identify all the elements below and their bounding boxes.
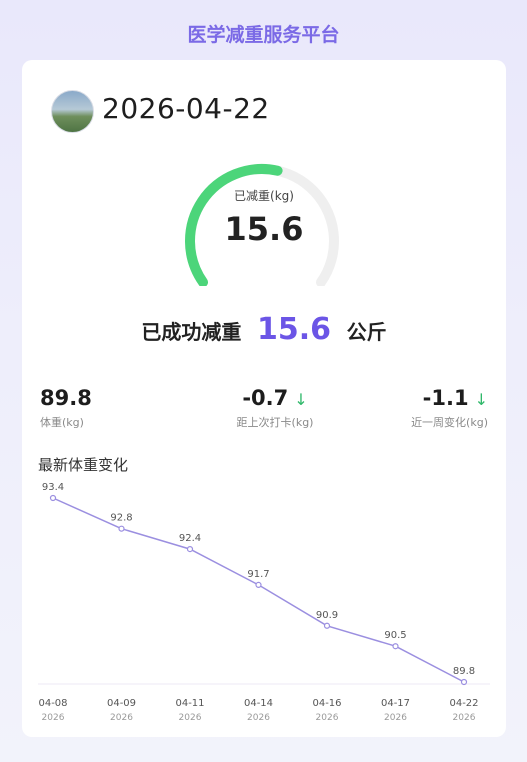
record-date: 2026-04-22 — [102, 92, 270, 125]
x-tick-label: 04-14 — [244, 698, 273, 709]
stat-label: 距上次打卡(kg) — [236, 416, 314, 429]
weight-summary-card: 2026-04-22 已减重(kg) 15.6 已成功减重 15.6 公斤 89… — [22, 60, 506, 737]
stat-label: 体重(kg) — [40, 416, 84, 429]
gauge-label: 已减重(kg) — [234, 189, 294, 203]
summary-unit: 公斤 — [346, 320, 387, 344]
stat-weekly-change: -1.1 ↓ 近一周变化(kg) — [411, 386, 488, 430]
data-point — [323, 622, 331, 629]
data-label: 90.9 — [316, 610, 338, 621]
x-tick-year: 2026 — [453, 713, 476, 723]
data-point — [118, 525, 125, 532]
weight-loss-summary: 已成功减重 15.6 公斤 — [22, 312, 506, 347]
stat-value: -1.1 — [422, 386, 469, 410]
stat-value: 89.8 — [40, 386, 92, 410]
x-tick-year: 2026 — [384, 713, 407, 723]
x-tick-year: 2026 — [42, 713, 65, 723]
data-point — [186, 546, 194, 553]
data-label: 92.8 — [110, 513, 132, 524]
x-tick-label: 04-17 — [381, 698, 410, 709]
x-tick-year: 2026 — [316, 713, 339, 723]
down-arrow-icon: ↓ — [294, 390, 308, 409]
stat-current-weight: 89.8 体重(kg) — [40, 386, 92, 430]
x-tick-year: 2026 — [247, 713, 270, 723]
data-label: 89.8 — [453, 666, 475, 677]
down-arrow-icon: ↓ — [474, 390, 488, 409]
stat-since-last-checkin: -0.7 ↓ 距上次打卡(kg) — [220, 386, 330, 430]
data-label: 90.5 — [384, 630, 406, 641]
x-tick-label: 04-16 — [312, 698, 341, 709]
weight-trend-chart: 93.4 04-08 2026 92.8 04-09 2026 92.4 04-11 2026 9… — [38, 482, 490, 723]
app-title: 医学减重服务平台 — [187, 24, 340, 46]
series-line — [52, 497, 465, 683]
data-point — [255, 581, 262, 588]
stat-value: -0.7 — [242, 386, 289, 410]
x-tick-label: 04-22 — [449, 698, 478, 709]
x-tick-label: 04-08 — [38, 698, 67, 709]
stat-label: 近一周变化(kg) — [411, 416, 488, 429]
data-label: 92.4 — [179, 533, 201, 544]
x-tick-label: 04-09 — [107, 698, 136, 709]
avatar[interactable] — [51, 90, 94, 133]
data-point — [392, 643, 399, 650]
x-tick-year: 2026 — [179, 713, 202, 723]
summary-prefix: 已成功减重 — [141, 320, 242, 344]
gauge-value: 15.6 — [224, 210, 304, 248]
summary-value: 15.6 — [256, 312, 332, 347]
data-point — [49, 494, 57, 502]
x-tick-year: 2026 — [110, 713, 133, 723]
data-label: 93.4 — [42, 482, 64, 493]
x-tick-label: 04-11 — [175, 698, 204, 709]
data-label: 91.7 — [247, 569, 269, 580]
data-point — [460, 678, 468, 686]
